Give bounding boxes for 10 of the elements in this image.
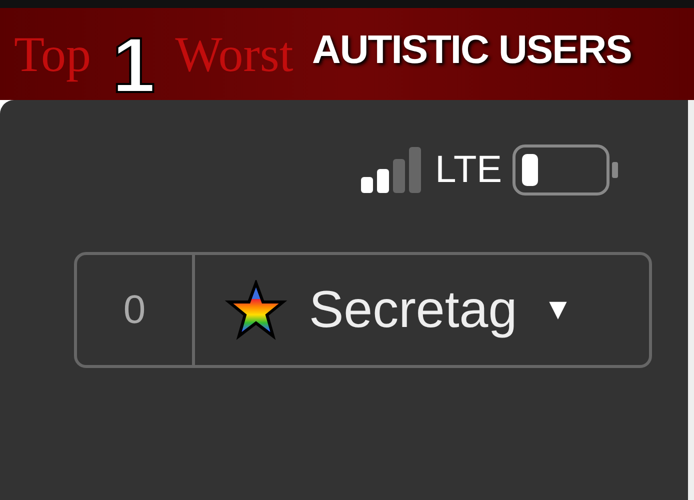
faded-title-word: Top (14, 25, 92, 83)
rank-number: 1 (112, 20, 156, 111)
network-label: LTE (435, 148, 502, 192)
star-icon (225, 280, 287, 340)
username: Secretag (309, 280, 518, 340)
user-count: 0 (77, 255, 195, 365)
faded-title-word: Worst (175, 25, 294, 83)
banner-caption: AUTISTIC USERS (312, 28, 632, 73)
user-selector[interactable]: 0 Secretag ▼ (74, 252, 652, 368)
caret-icon: ▼ (543, 293, 573, 327)
